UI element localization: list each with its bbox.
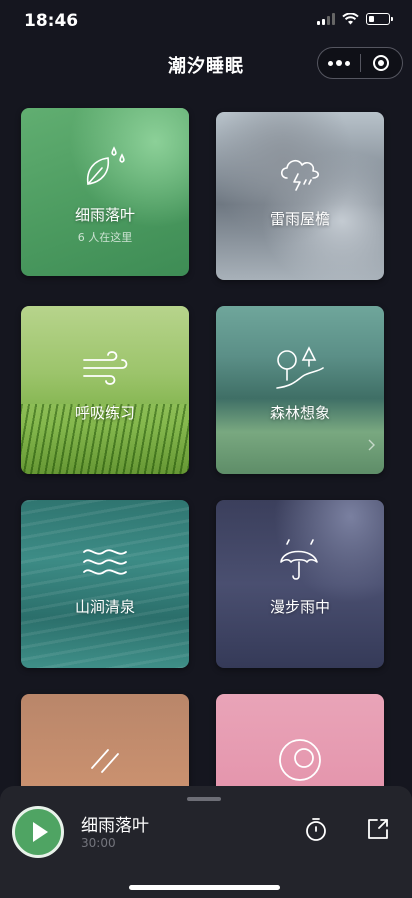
signal-icon bbox=[317, 13, 335, 25]
scene-label: 细雨落叶 bbox=[74, 206, 135, 224]
more-button[interactable] bbox=[318, 48, 360, 78]
water-waves-icon bbox=[83, 549, 127, 575]
close-miniprogram-button[interactable] bbox=[361, 48, 403, 78]
wifi-icon bbox=[342, 13, 359, 25]
scene-label: 山涧清泉 bbox=[74, 598, 135, 616]
moon-circle-icon bbox=[279, 739, 321, 781]
scene-card-3[interactable]: 呼吸练习 bbox=[21, 306, 189, 474]
status-time: 18:46 bbox=[24, 11, 79, 31]
wind-icon bbox=[83, 351, 128, 385]
play-button[interactable] bbox=[12, 806, 64, 858]
share-icon[interactable] bbox=[365, 816, 391, 842]
scene-card-1[interactable]: 细雨落叶 6 人在这里 bbox=[21, 108, 189, 276]
scene-card-5[interactable]: 山涧清泉 bbox=[21, 500, 189, 668]
umbrella-rain-icon bbox=[280, 539, 318, 580]
target-circle-icon bbox=[373, 55, 390, 71]
player-duration: 30:00 bbox=[81, 836, 116, 850]
scene-card-6[interactable]: 漫步雨中 bbox=[216, 500, 384, 668]
battery-icon bbox=[366, 13, 393, 25]
chevron-right-icon bbox=[368, 439, 375, 451]
thunderstorm-cloud-icon bbox=[280, 159, 320, 191]
scene-card-2[interactable]: 雷雨屋檐 bbox=[216, 112, 384, 280]
play-icon bbox=[32, 822, 48, 842]
listener-count: 6 人在这里 bbox=[77, 231, 133, 244]
timer-icon[interactable] bbox=[303, 816, 329, 842]
scene-label: 雷雨屋檐 bbox=[269, 210, 330, 228]
more-dots-icon bbox=[327, 60, 350, 66]
diagonal-lines-icon bbox=[91, 749, 119, 773]
scene-label: 漫步雨中 bbox=[269, 598, 330, 616]
nav-bar: 潮汐睡眠 bbox=[0, 44, 412, 84]
player-title: 细雨落叶 bbox=[81, 816, 149, 836]
status-bar: 18:46 bbox=[0, 0, 412, 44]
scene-label: 呼吸练习 bbox=[74, 404, 135, 422]
bottom-player: 细雨落叶 30:00 bbox=[0, 786, 412, 898]
mini-program-capsule bbox=[317, 47, 403, 79]
home-indicator bbox=[129, 885, 280, 890]
drag-handle[interactable] bbox=[187, 797, 221, 801]
scene-label: 森林想象 bbox=[269, 404, 330, 422]
forest-path-icon bbox=[276, 346, 324, 389]
leaf-rain-icon bbox=[86, 146, 125, 185]
scene-card-4[interactable]: 森林想象 bbox=[216, 306, 384, 474]
